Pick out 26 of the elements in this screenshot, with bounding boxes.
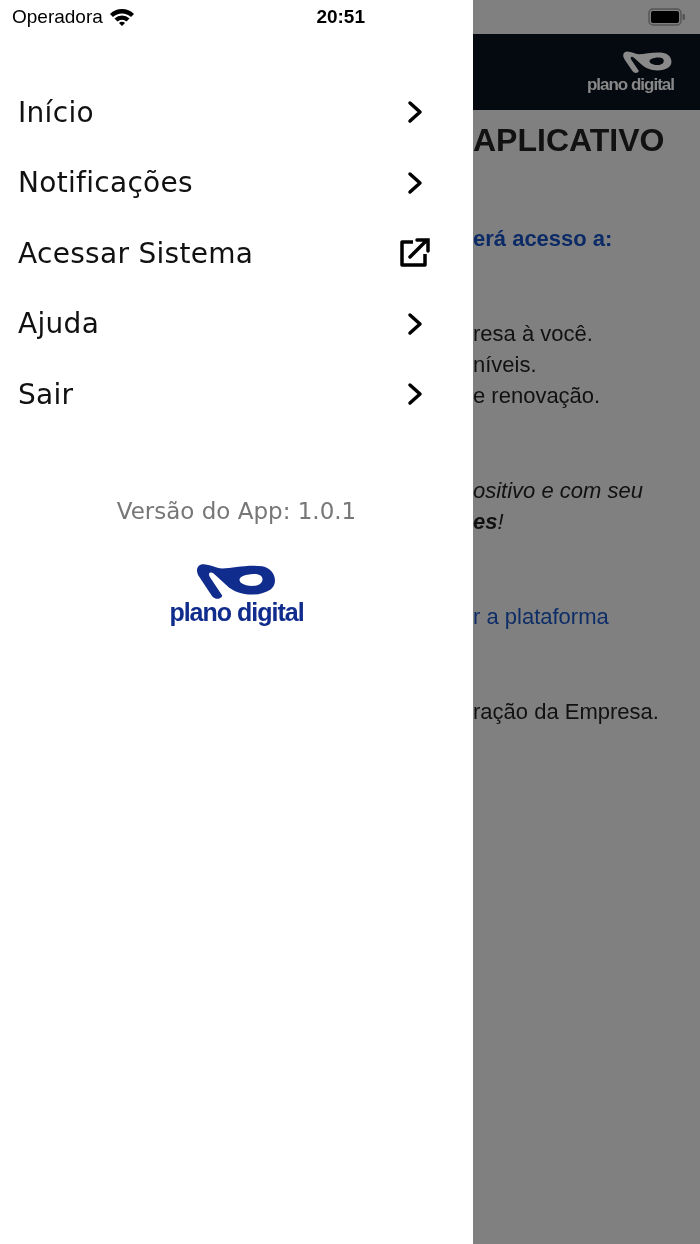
text-line: erá acesso a: <box>473 225 613 253</box>
external-link-icon <box>397 237 431 270</box>
chevron-right-icon <box>407 170 423 195</box>
text-line: resa à você. <box>473 320 593 348</box>
carrier-name: Operadora <box>12 6 103 28</box>
chevron-right-icon <box>407 311 423 336</box>
menu-item[interactable]: Início <box>0 77 473 148</box>
chevron-right-icon <box>407 100 423 125</box>
text-line: ração da Empresa. <box>473 698 659 726</box>
chevron-right-icon <box>407 382 423 407</box>
menu-item[interactable]: Ajuda <box>0 288 473 359</box>
logo-text: plano digital <box>169 597 304 627</box>
page-title: APLICATIVO <box>473 122 666 159</box>
menu-item[interactable]: Acessar Sistema <box>0 218 473 289</box>
menu-item[interactable]: Notificações <box>0 147 473 218</box>
text-line: ositivo e com seu <box>473 477 643 505</box>
text-line: e renovação. <box>473 382 601 410</box>
text-line: níveis. <box>473 351 537 379</box>
menu-item[interactable]: Sair <box>0 359 473 430</box>
wifi-icon <box>108 7 135 27</box>
logo-text: plano digital <box>586 75 674 95</box>
logo-icon <box>622 49 674 75</box>
clock-time: 20:51 <box>316 6 365 28</box>
version-label: Versão do App: 1.0.1 <box>115 497 358 524</box>
text-line: es! <box>473 508 504 536</box>
battery-icon <box>648 8 686 26</box>
